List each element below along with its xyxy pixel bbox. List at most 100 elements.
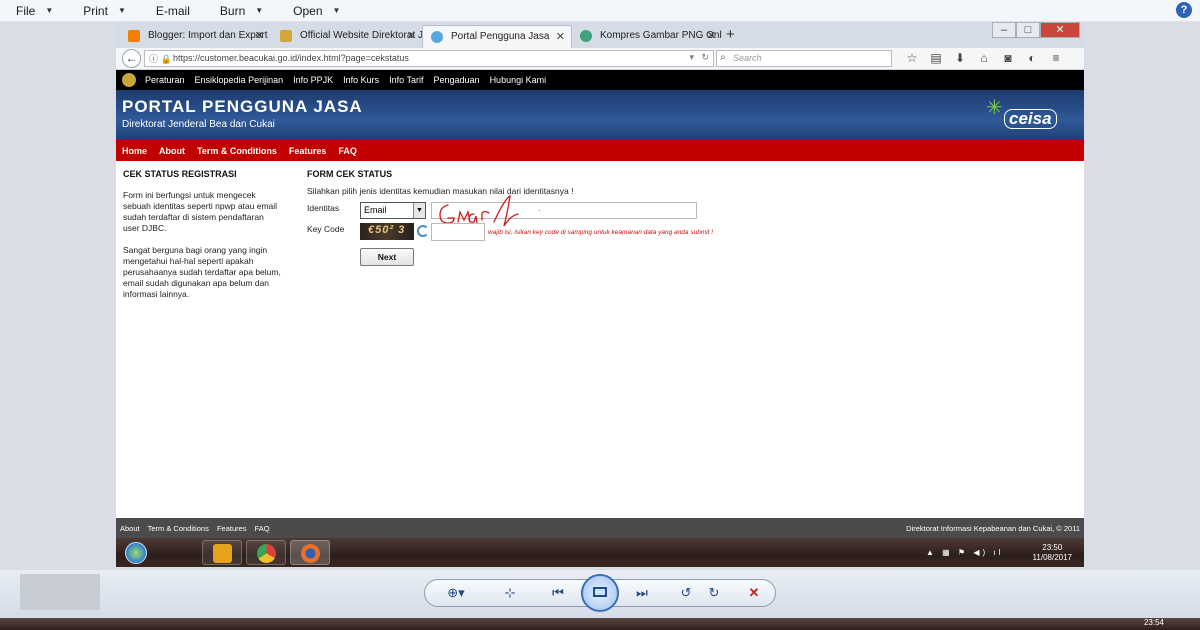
refresh-captcha-icon[interactable] <box>417 225 429 237</box>
tab-kompres-gambar[interactable]: Kompres Gambar PNG Onlin ✕ <box>572 25 722 48</box>
address-bar[interactable]: ⓘ 🔒 https://customer.beacukai.go.id/inde… <box>144 50 714 67</box>
form-title: FORM CEK STATUS <box>307 169 393 179</box>
dropdown-caret-icon: ▼ <box>45 6 54 15</box>
nav-faq[interactable]: FAQ <box>338 146 357 156</box>
site-footer: About Term & Conditions Features FAQ Dir… <box>116 518 1084 538</box>
main-nav: Home About Term & Conditions Features FA… <box>116 140 1084 161</box>
photo-viewer-menubar: File ▼ Print ▼ E-mail Burn ▼ Open ▼ ? <box>0 0 1200 22</box>
outlook-icon <box>213 544 232 563</box>
site-banner: PORTAL PENGGUNA JASA Direktorat Jenderal… <box>116 90 1084 140</box>
site-emblem-icon <box>280 30 292 42</box>
banner-subtitle: Direktorat Jenderal Bea dan Cukai <box>122 119 275 130</box>
pocket-icon[interactable]: ◙ <box>996 51 1020 65</box>
keycode-input[interactable] <box>431 223 485 241</box>
identity-value-input[interactable]: · <box>431 202 697 219</box>
home-icon[interactable]: ⌂ <box>972 51 996 65</box>
taskbar-ie[interactable] <box>158 540 198 565</box>
menu-email[interactable]: E-mail <box>156 4 190 18</box>
search-input[interactable]: ⌕ Search <box>716 50 892 67</box>
footer-terms[interactable]: Term & Conditions <box>148 524 209 533</box>
browser-navbar: ← ⓘ 🔒 https://customer.beacukai.go.id/in… <box>116 48 1084 70</box>
back-arrow-icon[interactable]: ← <box>122 49 141 68</box>
maximize-icon[interactable]: □ <box>1016 22 1040 38</box>
browser-tabstrip: Blogger: Import dan Export C ✕ Official … <box>116 22 1084 48</box>
link-pengaduan[interactable]: Pengaduan <box>434 75 480 85</box>
taskbar-firefox[interactable] <box>290 540 330 565</box>
chevron-down-icon: ▼ <box>413 203 425 218</box>
rotate-clockwise-icon[interactable]: ↻ <box>703 583 725 603</box>
rotate-counterclockwise-icon[interactable]: ↺ <box>675 583 697 603</box>
identity-type-select[interactable]: Email ▼ <box>360 202 426 219</box>
chrome-icon <box>257 544 276 563</box>
menu-print[interactable]: Print ▼ <box>83 4 126 18</box>
new-tab-icon[interactable]: + <box>726 26 735 43</box>
keycode-label: Key Code <box>307 224 345 234</box>
link-hubungi-kami[interactable]: Hubungi Kami <box>490 75 547 85</box>
menu-file[interactable]: File ▼ <box>16 4 53 18</box>
close-tab-icon[interactable]: ✕ <box>255 29 264 42</box>
bookmark-star-icon[interactable]: ☆ <box>900 51 924 65</box>
left-panel-description: Form ini berfungsi untuk mengecek sebuah… <box>123 190 281 299</box>
next-button[interactable]: Next <box>360 248 414 266</box>
slideshow-button[interactable] <box>581 574 619 612</box>
footer-about[interactable]: About <box>120 524 140 533</box>
hamburger-menu-icon[interactable]: ≡ <box>1044 51 1068 65</box>
thumbnail <box>20 574 100 610</box>
close-tab-icon[interactable]: ✕ <box>707 29 716 42</box>
firefox-icon <box>301 544 320 563</box>
reload-icon[interactable]: ▾ ↻ <box>689 52 709 63</box>
person-logo-icon: ✳ <box>986 97 1003 119</box>
link-peraturan[interactable]: Peraturan <box>145 75 185 85</box>
link-ensiklopedia[interactable]: Ensiklopedia Perijinan <box>195 75 284 85</box>
identity-label: Identitas <box>307 203 340 213</box>
nav-about[interactable]: About <box>159 146 185 156</box>
close-tab-icon[interactable]: ✕ <box>556 30 565 43</box>
tray-icons[interactable]: ▲ ▦ ⚑ ◀) ıl <box>926 548 1003 557</box>
keycode-hint: wajib isi, isikan key code di samping un… <box>488 229 714 236</box>
dropdown-caret-icon: ▼ <box>255 6 264 15</box>
lock-icon: ⓘ 🔒 <box>149 54 172 64</box>
reading-list-icon[interactable]: ▤ <box>924 51 948 65</box>
next-icon[interactable]: ⏭ <box>631 583 653 603</box>
previous-icon[interactable]: ⏮ <box>547 583 569 603</box>
footer-copyright: Direktorat Informasi Kepabeanan dan Cuka… <box>906 524 1080 533</box>
link-info-tarif[interactable]: Info Tarif <box>389 75 423 85</box>
delete-icon[interactable]: ✕ <box>743 583 765 603</box>
menu-burn[interactable]: Burn ▼ <box>220 4 263 18</box>
left-panel-title: CEK STATUS REGISTRASI <box>123 169 237 179</box>
slideshow-icon <box>593 587 607 597</box>
close-window-icon[interactable]: ✕ <box>1040 22 1080 38</box>
extension-icon[interactable]: ◐ <box>1020 51 1044 65</box>
ceisa-logo: ✳ ceisa <box>980 95 1076 137</box>
file-info-ghost <box>20 574 110 610</box>
taskbar-chrome[interactable] <box>246 540 286 565</box>
nav-features[interactable]: Features <box>289 146 327 156</box>
link-info-kurs[interactable]: Info Kurs <box>343 75 379 85</box>
close-tab-icon[interactable]: ✕ <box>407 29 416 42</box>
footer-faq[interactable]: FAQ <box>255 524 270 533</box>
nav-terms[interactable]: Term & Conditions <box>197 146 277 156</box>
footer-features[interactable]: Features <box>217 524 247 533</box>
start-button[interactable] <box>118 540 152 565</box>
tab-blogger[interactable]: Blogger: Import dan Export C ✕ <box>120 25 270 48</box>
link-info-ppjk[interactable]: Info PPJK <box>293 75 333 85</box>
help-icon[interactable]: ? <box>1176 2 1192 18</box>
window-controls: – □ ✕ <box>992 22 1080 38</box>
windows-orb-icon <box>125 542 147 564</box>
compress-icon <box>580 30 592 42</box>
download-icon[interactable]: ⬇ <box>948 51 972 65</box>
toolbar-icons: ☆ ▤ ⬇ ⌂ ◙ ◐ ≡ <box>900 51 1068 65</box>
actual-size-icon[interactable]: ⊹ <box>499 583 521 603</box>
dropdown-caret-icon: ▼ <box>332 6 341 15</box>
windows-taskbar: ▲ ▦ ⚑ ◀) ıl 23:50 11/08/2017 <box>116 538 1084 567</box>
tab-portal-pengguna-jasa[interactable]: Portal Pengguna Jasa ✕ <box>422 25 572 48</box>
system-tray: ▲ ▦ ⚑ ◀) ıl 23:50 11/08/2017 <box>926 541 1076 565</box>
menu-open[interactable]: Open ▼ <box>293 4 340 18</box>
minimize-icon[interactable]: – <box>992 22 1016 38</box>
nav-home[interactable]: Home <box>122 146 147 156</box>
taskbar-clock[interactable]: 23:50 11/08/2017 <box>1033 543 1072 563</box>
zoom-icon[interactable]: ⊕▾ <box>445 583 467 603</box>
playback-controls: ⊕▾ ⊹ ⏮ ⏭ ↺ ↻ ✕ <box>424 574 776 612</box>
taskbar-outlook[interactable] <box>202 540 242 565</box>
tab-official-website[interactable]: Official Website Direktorat Je ✕ <box>272 25 422 48</box>
